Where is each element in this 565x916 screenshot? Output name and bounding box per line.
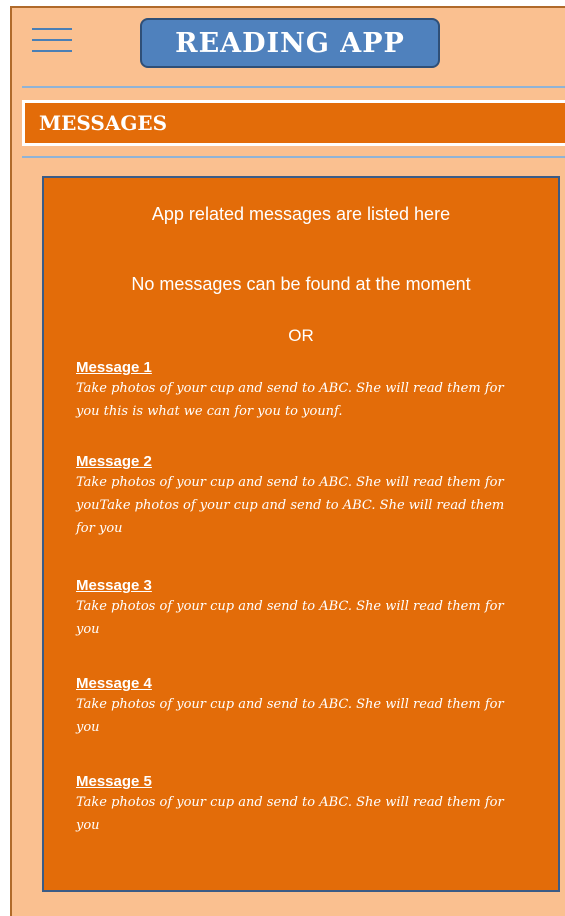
message-title[interactable]: Message 4 — [76, 676, 526, 692]
message-item[interactable]: Message 5 Take photos of your cup and se… — [76, 774, 526, 837]
header-divider — [22, 86, 565, 88]
message-title[interactable]: Message 1 — [76, 360, 526, 376]
message-body: Take photos of your cup and send to ABC.… — [76, 599, 504, 637]
message-title[interactable]: Message 5 — [76, 774, 526, 790]
empty-state-text: No messages can be found at the moment — [131, 274, 471, 294]
message-body: Take photos of your cup and send to ABC.… — [76, 381, 504, 419]
message-item[interactable]: Message 4 Take photos of your cup and se… — [76, 676, 526, 739]
message-body: Take photos of your cup and send to ABC.… — [76, 697, 504, 735]
app-screen: READING APP MESSAGES App related message… — [10, 6, 565, 916]
message-item[interactable]: Message 3 Take photos of your cup and se… — [76, 578, 526, 641]
message-title[interactable]: Message 2 — [76, 454, 526, 470]
app-title-button[interactable]: READING APP — [140, 18, 440, 68]
messages-panel: App related messages are listed here No … — [42, 176, 560, 892]
hamburger-menu-icon[interactable] — [32, 28, 72, 54]
message-body: Take photos of your cup and send to ABC.… — [76, 795, 504, 833]
section-divider — [22, 156, 565, 158]
messages-section-header: MESSAGES — [22, 100, 565, 146]
message-item[interactable]: Message 2 Take photos of your cup and se… — [76, 454, 526, 540]
message-title[interactable]: Message 3 — [76, 578, 526, 594]
or-separator: OR — [288, 326, 314, 345]
messages-intro-text: App related messages are listed here — [151, 204, 451, 224]
message-item[interactable]: Message 1 Take photos of your cup and se… — [76, 360, 526, 423]
section-title: MESSAGES — [39, 111, 168, 135]
message-body: Take photos of your cup and send to ABC.… — [76, 475, 505, 536]
